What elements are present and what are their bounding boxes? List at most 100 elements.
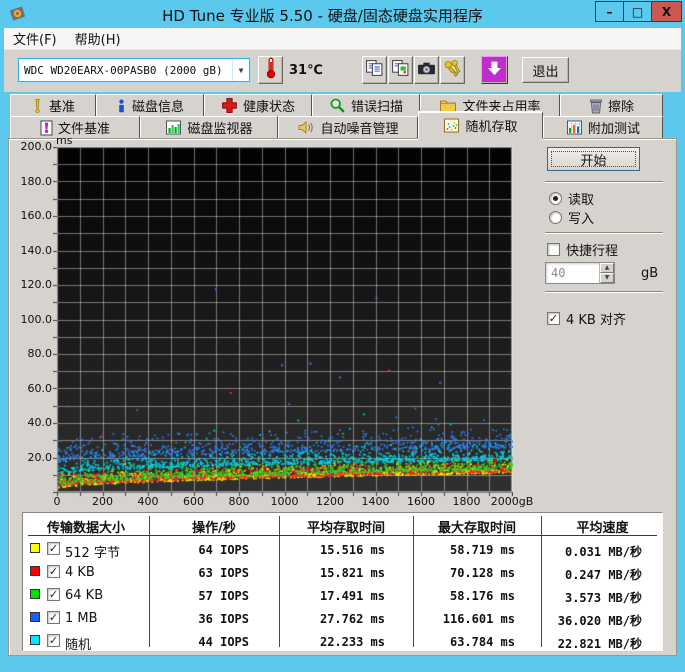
tab-label: 错误扫描 (350, 100, 403, 115)
write-radio[interactable] (549, 211, 562, 224)
series-checkbox-0[interactable]: ✓ (47, 542, 60, 555)
register-button[interactable] (440, 56, 465, 84)
menu-item-help[interactable]: 帮助(H) (66, 27, 130, 50)
extra-tests-icon (566, 120, 583, 135)
avg-speed-value: 0.031 MB/秒 (564, 545, 642, 559)
y-axis-tick-label: 140.0 (20, 243, 53, 257)
y-axis-unit-label: ms (56, 134, 73, 147)
maximize-button[interactable]: □ (623, 1, 652, 22)
tab-label: 自动噪音管理 (320, 122, 399, 137)
table-header-1: 操作/秒 (192, 521, 236, 536)
write-radio-row[interactable]: 写入 (549, 208, 594, 227)
benchmark-icon (31, 98, 44, 114)
results-table: 传输数据大小 操作/秒 平均存取时间 最大存取时间 平均速度 ✓ 512 字节 64 IOPS… (22, 512, 663, 653)
y-axis-tick-label: 200.0 (20, 140, 53, 153)
y-axis-tick-label: 180.0 (20, 174, 53, 188)
max-access-time-value: 63.784 ms (449, 635, 515, 649)
align-4kb-label: 4 KB 对齐 (566, 313, 626, 328)
tab-erase[interactable]: 擦除 (560, 94, 663, 116)
tab-health[interactable]: 健康状态 (204, 94, 312, 116)
short-stroke-spinner[interactable]: 40 ▲ ▼ (545, 262, 615, 284)
window-title: HD Tune 专业版 5.50 - 硬盘/固态硬盘实用程序 (162, 7, 483, 25)
update-button[interactable] (481, 56, 508, 84)
avg-speed-value: 36.020 MB/秒 (557, 614, 642, 628)
y-axis-tick-label: 80.0 (27, 347, 53, 360)
camera-icon (417, 59, 436, 82)
tab-error-scan[interactable]: 错误扫描 (312, 94, 420, 116)
tab-benchmark[interactable]: 基准 (10, 94, 96, 116)
tab-label: 附加测试 (587, 122, 640, 137)
short-stroke-label: 快捷行程 (566, 244, 619, 259)
tab-row-1: 基准 磁盘信息 健康状态 错误扫描 文件夹占用率 擦除 (10, 94, 663, 116)
read-radio[interactable] (549, 192, 562, 205)
align-4kb-row[interactable]: ✓ 4 KB 对齐 (547, 309, 626, 328)
tab-noise-management[interactable]: 自动噪音管理 (278, 116, 418, 138)
tab-disk-monitor[interactable]: 磁盘监视器 (140, 116, 278, 138)
x-axis-tick-label: 2000gB (490, 495, 534, 508)
avg-access-time-value: 15.821 ms (319, 566, 385, 580)
series-color-swatch (30, 589, 40, 599)
series-label: 4 KB (65, 565, 95, 580)
start-button[interactable]: 开始 (547, 147, 640, 171)
copy-image-button[interactable] (388, 56, 413, 84)
screenshot-button[interactable] (414, 56, 439, 84)
spinner-up-icon[interactable]: ▲ (600, 263, 614, 273)
max-access-time-value: 58.176 ms (449, 589, 515, 603)
tab-label: 磁盘监视器 (187, 122, 253, 137)
series-color-swatch (30, 543, 40, 553)
tab-extra-tests[interactable]: 附加测试 (543, 116, 663, 138)
series-checkbox-1[interactable]: ✓ (47, 565, 60, 578)
exit-button[interactable]: 退出 (522, 57, 569, 83)
avg-speed-value: 0.247 MB/秒 (564, 568, 642, 582)
menubar: 文件(F) 帮助(H) (4, 28, 681, 50)
iops-value: 63 IOPS (198, 566, 249, 580)
hdd-app-icon (9, 5, 26, 26)
exit-button-label: 退出 (532, 64, 559, 80)
temperature-button[interactable] (258, 56, 283, 84)
read-radio-label: 读取 (568, 193, 595, 208)
series-checkbox-2[interactable]: ✓ (47, 588, 60, 601)
minimize-button[interactable]: – (595, 1, 624, 22)
table-header-0: 传输数据大小 (46, 521, 125, 536)
tab-label: 擦除 (607, 100, 634, 115)
tab-file-benchmark[interactable]: 文件基准 (10, 116, 140, 138)
tab-disk-info[interactable]: 磁盘信息 (96, 94, 204, 116)
max-access-time-value: 58.719 ms (449, 543, 515, 557)
copy-text-icon (365, 59, 384, 82)
tab-label: 健康状态 (242, 100, 295, 115)
avg-access-time-value: 22.233 ms (319, 635, 385, 649)
y-axis-tick-label: 20.0 (27, 450, 53, 464)
read-radio-row[interactable]: 读取 (549, 189, 594, 208)
chevron-down-icon[interactable]: ▼ (232, 59, 249, 81)
series-checkbox-4[interactable]: ✓ (47, 634, 60, 647)
series-color-swatch (30, 612, 40, 622)
series-label: 随机 (65, 638, 92, 653)
avg-access-time-value: 17.491 ms (319, 589, 385, 603)
short-stroke-row[interactable]: 快捷行程 (547, 240, 618, 259)
spinner-down-icon[interactable]: ▼ (600, 273, 614, 283)
menu-item-file[interactable]: 文件(F) (4, 27, 66, 50)
avg-speed-value: 22.821 MB/秒 (557, 637, 642, 651)
short-stroke-unit: gB (641, 266, 659, 281)
iops-value: 44 IOPS (198, 635, 249, 649)
titlebar[interactable]: HD Tune 专业版 5.50 - 硬盘/固态硬盘实用程序 – □ X (0, 0, 685, 28)
y-axis-tick-label: 60.0 (27, 381, 53, 395)
series-label: 512 字节 (65, 546, 120, 561)
copy-text-button[interactable] (362, 56, 387, 84)
toolbar: WDC WD20EARX-00PASB0 (2000 gB) ▼ 31℃ 退出 (4, 50, 681, 92)
tab-random-access[interactable]: 随机存取 (418, 111, 543, 138)
short-stroke-value: 40 (551, 266, 566, 280)
disk-info-icon (116, 98, 127, 114)
tab-row-2: 文件基准 磁盘监视器 自动噪音管理 随机存取 附加测试 (10, 111, 663, 138)
close-button[interactable]: X (651, 1, 682, 22)
series-color-swatch (30, 635, 40, 645)
drive-select[interactable]: WDC WD20EARX-00PASB0 (2000 gB) ▼ (18, 58, 250, 82)
temperature-label: 31℃ (289, 63, 323, 78)
short-stroke-checkbox[interactable] (547, 243, 560, 256)
app-window: HD Tune 专业版 5.50 - 硬盘/固态硬盘实用程序 – □ X 文件(… (0, 0, 685, 672)
table-header-underline (28, 535, 657, 536)
align-4kb-checkbox[interactable]: ✓ (547, 312, 560, 325)
iops-value: 57 IOPS (198, 589, 249, 603)
series-checkbox-3[interactable]: ✓ (47, 611, 60, 624)
tab-label: 磁盘信息 (131, 100, 184, 115)
